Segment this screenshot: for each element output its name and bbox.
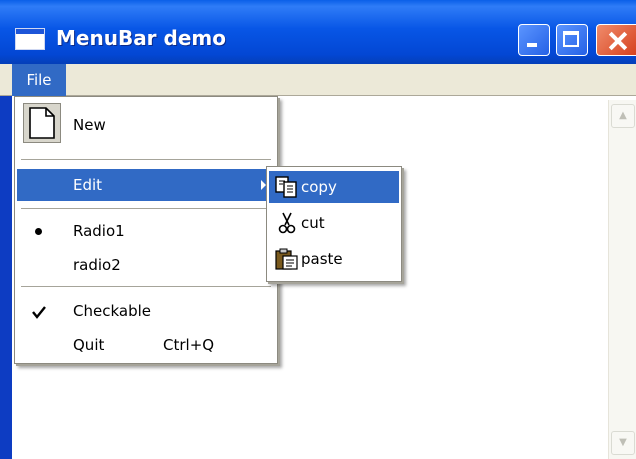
copy-icon <box>275 176 299 198</box>
checkmark-icon <box>31 301 47 321</box>
menu-file[interactable]: File <box>12 64 66 96</box>
window-left-border <box>0 96 12 459</box>
close-button[interactable] <box>596 24 636 56</box>
menu-item-quit-label: Quit <box>73 336 105 354</box>
title-bar[interactable]: MenuBar demo <box>0 0 636 64</box>
menu-item-edit[interactable]: Edit <box>17 169 275 201</box>
menu-item-cut[interactable]: cut <box>269 207 399 239</box>
menu-separator <box>21 208 271 209</box>
menu-item-checkable[interactable]: Checkable <box>17 295 275 327</box>
menu-item-checkable-label: Checkable <box>73 302 151 320</box>
scissors-icon <box>275 212 299 234</box>
shortcut-label: Ctrl+Q <box>163 336 215 354</box>
menu-item-radio2-label: radio2 <box>73 256 121 274</box>
menu-item-radio2[interactable]: radio2 <box>17 249 275 281</box>
menu-bar: File <box>0 64 636 96</box>
menu-item-edit-label: Edit <box>73 176 103 194</box>
menu-item-new[interactable]: New <box>17 99 275 151</box>
menu-item-radio1[interactable]: Radio1 <box>17 215 275 247</box>
menu-item-radio1-label: Radio1 <box>73 222 125 240</box>
menu-item-paste-label: paste <box>301 250 343 268</box>
scroll-up-button[interactable]: ▲ <box>611 104 635 128</box>
edit-submenu: copy cut paste <box>266 166 402 282</box>
clipboard-paste-icon <box>275 248 299 270</box>
maximize-button[interactable] <box>556 24 588 56</box>
window-title: MenuBar demo <box>56 26 226 50</box>
new-document-icon <box>23 103 61 143</box>
menu-separator <box>21 286 271 287</box>
menu-item-paste[interactable]: paste <box>269 243 399 275</box>
file-menu: New Edit Radio1 radio2 Checkable Quit Ct… <box>14 96 278 364</box>
menu-item-cut-label: cut <box>301 214 325 232</box>
app-window: MenuBar demo File ▲ ▼ New Edit Radio1 ra… <box>0 0 636 459</box>
radio-dot-icon <box>35 228 42 235</box>
menu-item-copy[interactable]: copy <box>269 171 399 203</box>
window-icon[interactable] <box>15 28 45 50</box>
menu-item-new-label: New <box>73 116 106 134</box>
menu-separator <box>21 159 271 160</box>
menu-item-quit[interactable]: Quit Ctrl+Q <box>17 329 275 361</box>
vertical-scrollbar[interactable]: ▲ ▼ <box>608 100 636 459</box>
minimize-button[interactable] <box>518 24 550 56</box>
menu-item-copy-label: copy <box>301 178 337 196</box>
scroll-down-button[interactable]: ▼ <box>611 431 635 455</box>
